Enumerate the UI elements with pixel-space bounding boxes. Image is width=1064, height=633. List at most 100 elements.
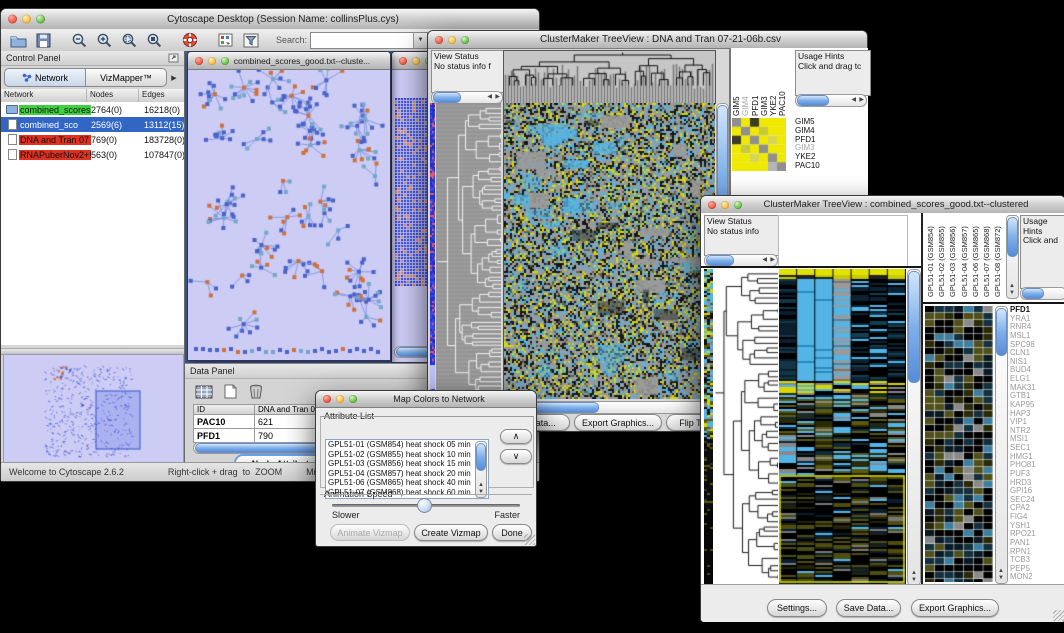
network-view-title: combined_scores_good.txt--cluste...: [224, 52, 380, 69]
close-button[interactable]: [195, 57, 203, 65]
tv2-vertical-scrollbar[interactable]: ▲▼: [907, 269, 921, 586]
main-titlebar[interactable]: Cytoscape Desktop (Session Name: collins…: [1, 9, 539, 30]
network-view-titlebar[interactable]: combined_scores_good.txt--cluste...: [188, 52, 390, 70]
new-attribute-button[interactable]: [219, 382, 241, 401]
network-tree-row[interactable]: combined_scores2764(0)16218(0): [1, 102, 184, 117]
attribute-list-item[interactable]: GPL51-01 (GSM854) heat shock 05 min: [326, 440, 488, 450]
network-edge-count: 13112(15): [144, 120, 184, 130]
minimize-button[interactable]: [22, 15, 31, 24]
tv2-main-heatmap-canvas[interactable]: [779, 269, 906, 584]
tab-network[interactable]: Network: [4, 68, 86, 87]
tv1-array-dendrogram-canvas[interactable]: [503, 50, 716, 104]
tab-vizmapper[interactable]: VizMapper™: [86, 68, 167, 87]
network-tree-row[interactable]: RNAPuberNov2+!563(0)107847(0): [1, 147, 184, 162]
tv2-column-label[interactable]: GPL51-01 (GSM854): [925, 215, 936, 297]
minimize-button[interactable]: [448, 36, 456, 44]
dialog-resize-grip[interactable]: [524, 534, 535, 545]
delete-attribute-button[interactable]: [245, 382, 267, 401]
animation-slider-thumb[interactable]: [417, 498, 432, 513]
tv2-column-label[interactable]: GPL51-02 (GSM855): [936, 215, 947, 297]
network-canvas[interactable]: [188, 70, 388, 360]
tv1-hints-scrollbar[interactable]: ◀▶: [795, 94, 867, 107]
tv2-gene-label[interactable]: MON2: [1010, 573, 1064, 582]
attribute-list-scrollbar[interactable]: ▲▼: [475, 441, 487, 498]
animate-vizmap-button[interactable]: Animate Vizmap: [330, 524, 410, 541]
vizmapper-tool-button[interactable]: [215, 31, 237, 50]
move-down-button[interactable]: ∨: [500, 449, 532, 464]
minimize-button[interactable]: [721, 201, 729, 209]
network-name: RNAPuberNov2+!: [19, 150, 91, 160]
attr-col-id[interactable]: ID: [193, 404, 255, 415]
help-button[interactable]: [179, 31, 201, 50]
search-combobox[interactable]: ▼: [310, 32, 428, 49]
attribute-select-button[interactable]: [193, 382, 215, 401]
attribute-list-item[interactable]: GPL51-06 (GSM865) heat shock 40 min: [326, 478, 488, 488]
tv1-column-label[interactable]: GIM5: [732, 50, 741, 116]
minimize-button[interactable]: [412, 57, 420, 65]
network-node-count: 2569(6): [91, 120, 144, 130]
tv2-column-labels-scrollbar[interactable]: ▲▼: [1006, 215, 1019, 299]
tv1-export-graphics-button[interactable]: Export Graphics...: [574, 414, 662, 431]
tv2-resize-grip[interactable]: [1053, 610, 1064, 621]
tv2-zoom-heatmap-canvas[interactable]: [925, 306, 993, 582]
tv2-column-label[interactable]: GPL51-07 (GSM868): [981, 215, 992, 297]
tv2-column-label[interactable]: GPL51-08 (GSM872): [992, 215, 1003, 297]
tv1-view-status-info: No status info f: [434, 62, 504, 72]
minimize-button[interactable]: [336, 395, 344, 403]
search-label: Search:: [276, 35, 307, 45]
tv2-column-label[interactable]: GPL51-06 (GSM865): [970, 215, 981, 297]
close-button[interactable]: [8, 15, 17, 24]
move-up-button[interactable]: ∧: [500, 429, 532, 444]
tv1-gene-dendrogram-canvas[interactable]: [436, 103, 501, 399]
save-session-button[interactable]: [32, 31, 54, 50]
close-button[interactable]: [323, 395, 331, 403]
save-icon: [36, 33, 51, 48]
tv2-global-overview-strip[interactable]: [704, 269, 713, 584]
tv1-column-label[interactable]: PFD1: [751, 50, 760, 116]
float-panel-icon[interactable]: [168, 53, 179, 63]
tv2-settings-button[interactable]: Settings...: [767, 599, 827, 617]
search-dropdown-button[interactable]: ▼: [413, 33, 427, 48]
attribute-list-item[interactable]: GPL51-04 (GSM857) heat shock 20 min: [326, 469, 488, 479]
tv2-hints-scrollbar[interactable]: [1020, 287, 1064, 300]
tv2-export-graphics-button[interactable]: Export Graphics...: [911, 599, 999, 617]
open-session-button[interactable]: [7, 31, 29, 50]
tv1-main-heatmap-canvas[interactable]: [503, 103, 715, 399]
folder-icon: [5, 105, 19, 114]
tab-overflow-button[interactable]: ▶: [167, 74, 181, 82]
close-button[interactable]: [399, 57, 407, 65]
tv2-save-data-button[interactable]: Save Data...: [836, 599, 901, 617]
column-header-nodes[interactable]: Nodes: [87, 89, 139, 102]
column-header-edges[interactable]: Edges: [139, 89, 184, 102]
attribute-list-item[interactable]: GPL51-03 (GSM856) heat shock 15 min: [326, 459, 488, 469]
network-tree-row[interactable]: combined_sco2569(6)13112(15): [1, 117, 184, 132]
zoom-in-button[interactable]: [93, 31, 115, 50]
zoom-fit-button[interactable]: [143, 31, 165, 50]
create-vizmap-button[interactable]: Create Vizmap: [414, 524, 488, 541]
tv2-gene-dendrogram-canvas[interactable]: [714, 269, 778, 584]
dialog-titlebar[interactable]: Map Colors to Network: [316, 391, 536, 408]
tv1-global-overview-strip[interactable]: [430, 103, 435, 399]
tv1-similarity-matrix-canvas[interactable]: [732, 118, 786, 171]
birdseye-view-canvas[interactable]: [3, 354, 184, 466]
zoom-selected-button[interactable]: [118, 31, 140, 50]
attribute-list-item[interactable]: GPL51-02 (GSM855) heat shock 10 min: [326, 450, 488, 460]
minimize-button[interactable]: [208, 57, 216, 65]
tv2-column-label[interactable]: GPL51-04 (GSM857): [959, 215, 970, 297]
column-header-network[interactable]: Network: [1, 89, 87, 102]
close-button[interactable]: [435, 36, 443, 44]
network-tree-row[interactable]: DNA and Tran 07769(0)183728(0): [1, 132, 184, 147]
filter-tool-button[interactable]: [240, 31, 262, 50]
close-button[interactable]: [708, 201, 716, 209]
magnifier-plus-icon: [96, 32, 113, 49]
tv2-column-label[interactable]: GPL51-03 (GSM856): [947, 215, 958, 297]
tv1-column-label[interactable]: PAC10: [778, 50, 787, 116]
zoom-out-button[interactable]: [68, 31, 90, 50]
tv1-row-label[interactable]: PAC10: [795, 162, 820, 171]
magnifier-selected-icon: [121, 32, 138, 49]
tv1-column-label[interactable]: GIM3: [760, 50, 769, 116]
treeview2-titlebar[interactable]: ClusterMaker TreeView : combined_scores_…: [701, 196, 1064, 214]
tv1-column-label[interactable]: GIM4: [741, 50, 750, 116]
treeview1-titlebar[interactable]: ClusterMaker TreeView : DNA and Tran 07-…: [428, 31, 867, 49]
tv2-zoom-scrollbar[interactable]: ▲▼: [995, 306, 1008, 584]
